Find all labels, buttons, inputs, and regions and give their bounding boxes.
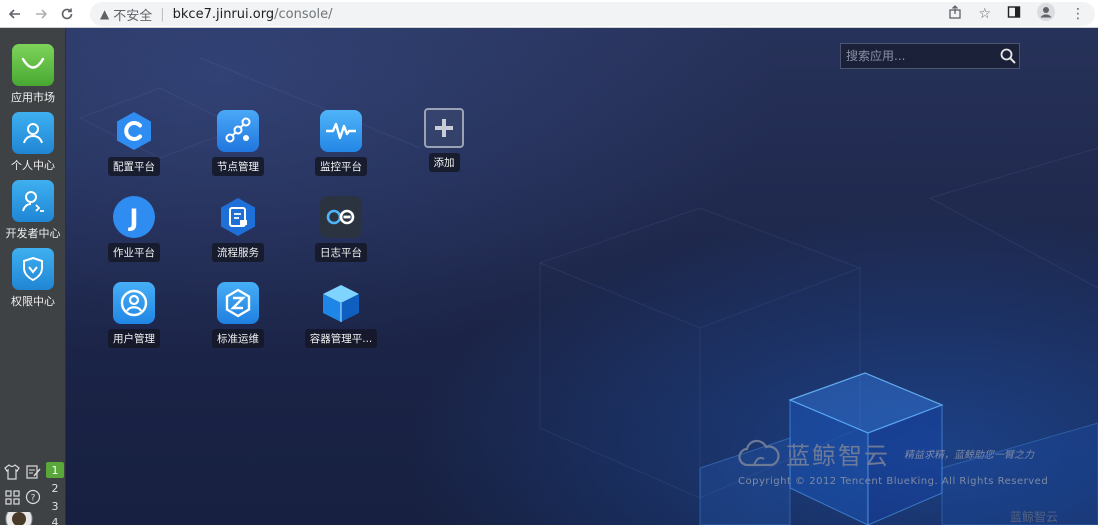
app-monitor-platform[interactable]: 监控平台: [301, 110, 381, 176]
app-label: 流程服务: [212, 243, 264, 262]
menu-kebab-icon[interactable]: ⋮: [1071, 6, 1085, 22]
app-log-platform[interactable]: 日志平台: [301, 196, 381, 262]
address-bar[interactable]: ▲ 不安全 | bkce7.jinrui.org /console/ ☆ ⋮: [90, 2, 1095, 26]
app-add[interactable]: 添加: [404, 108, 484, 172]
user-management-icon: [113, 282, 155, 324]
dock-label: 开发者中心: [5, 227, 61, 240]
app-job-platform[interactable]: J 作业平台: [94, 196, 174, 262]
app-label: 节点管理: [212, 157, 264, 176]
address-separator: |: [160, 6, 165, 22]
reload-icon: [61, 8, 73, 19]
brand-watermark: 蓝鲸智云 精益求精，蓝鲸助您一臂之力 Copyright © 2012 Tenc…: [738, 432, 1058, 487]
page-indicator-3[interactable]: 3: [46, 498, 64, 514]
user-icon: [12, 112, 54, 154]
shield-icon: [12, 248, 54, 290]
app-process-service[interactable]: 流程服务: [198, 196, 278, 262]
bookmark-star-icon[interactable]: ☆: [978, 6, 991, 22]
copyright-text: Copyright © 2012 Tencent BlueKing. All R…: [738, 476, 1049, 487]
app-label: 配置平台: [108, 157, 160, 176]
security-label: 不安全: [113, 8, 153, 24]
corner-brand-text: 蓝鲸智云: [1010, 510, 1059, 524]
profile-avatar-icon[interactable]: [1037, 3, 1055, 25]
forward-arrow-icon: [36, 8, 48, 19]
left-dock: 应用市场 个人中心 开发者中心 权限中心 ? 1 2 3 4: [0, 28, 66, 525]
help-question-icon[interactable]: ?: [24, 488, 42, 506]
node-management-icon: [217, 110, 259, 152]
app-label: 日志平台: [315, 243, 367, 262]
developer-icon: [12, 180, 54, 222]
brand-name: 蓝鲸智云: [786, 442, 890, 470]
dock-label: 个人中心: [11, 159, 55, 172]
forward-button[interactable]: [30, 3, 52, 25]
url-path: /console/: [274, 6, 333, 22]
app-label: 标准运维: [212, 329, 264, 348]
app-label: 作业平台: [108, 243, 160, 262]
config-platform-icon: [113, 110, 155, 152]
back-arrow-icon: [8, 8, 20, 19]
app-standard-ops[interactable]: 标准运维: [198, 282, 278, 348]
dock-item-developer-center[interactable]: 开发者中心: [5, 180, 61, 241]
log-platform-icon: [320, 196, 362, 238]
app-label: 用户管理: [108, 329, 160, 348]
process-service-icon: [217, 196, 259, 238]
page-indicator-2[interactable]: 2: [46, 480, 64, 496]
app-container-platform[interactable]: 容器管理平...: [301, 282, 381, 348]
console-desktop: 应用市场 个人中心 开发者中心 权限中心 ? 1 2 3 4 搜索应用... 配…: [0, 28, 1098, 525]
page-indicator-1[interactable]: 1: [46, 462, 64, 478]
app-label: 监控平台: [315, 157, 367, 176]
browser-toolbar: ▲ 不安全 | bkce7.jinrui.org /console/ ☆ ⋮: [0, 0, 1098, 28]
search-input[interactable]: [841, 44, 996, 68]
share-icon[interactable]: [948, 5, 962, 23]
notes-edit-icon[interactable]: [24, 463, 42, 481]
side-panel-icon[interactable]: [1007, 5, 1021, 23]
dock-label: 权限中心: [11, 295, 55, 308]
dock-bottom-toolbar: ? 1 2 3 4: [0, 460, 66, 525]
dock-item-app-market[interactable]: 应用市场: [5, 44, 61, 105]
dock-label: 应用市场: [11, 91, 55, 104]
cloud-logo-icon: [738, 439, 780, 466]
warning-icon: ▲: [100, 7, 110, 21]
standard-ops-icon: [217, 282, 259, 324]
skin-shirt-icon[interactable]: [3, 463, 21, 481]
page-indicator-4[interactable]: 4: [46, 516, 64, 525]
add-icon: [424, 108, 464, 148]
brand-logo: 蓝鲸智云: [738, 436, 890, 471]
svg-text:?: ?: [31, 494, 36, 504]
dock-item-personal-center[interactable]: 个人中心: [5, 112, 61, 173]
app-config-platform[interactable]: 配置平台: [94, 110, 174, 176]
monitor-platform-icon: [320, 110, 362, 152]
back-button[interactable]: [4, 3, 26, 25]
svg-text:J: J: [128, 204, 139, 232]
app-label: 容器管理平...: [304, 329, 378, 348]
url-host: bkce7.jinrui.org: [172, 6, 275, 22]
search-icon[interactable]: [996, 44, 1019, 68]
app-label: 添加: [428, 153, 460, 172]
shopping-bag-icon: [12, 44, 54, 86]
job-platform-icon: J: [113, 196, 155, 238]
app-search-box: [840, 43, 1020, 69]
container-platform-icon: [320, 282, 362, 324]
user-avatar[interactable]: [4, 512, 34, 525]
reload-button[interactable]: [56, 3, 78, 25]
dock-item-permission-center[interactable]: 权限中心: [5, 248, 61, 309]
app-grid-icon[interactable]: [3, 488, 21, 506]
app-user-management[interactable]: 用户管理: [94, 282, 174, 348]
app-node-management[interactable]: 节点管理: [198, 110, 278, 176]
brand-slogan: 精益求精，蓝鲸助您一臂之力: [904, 450, 1034, 461]
